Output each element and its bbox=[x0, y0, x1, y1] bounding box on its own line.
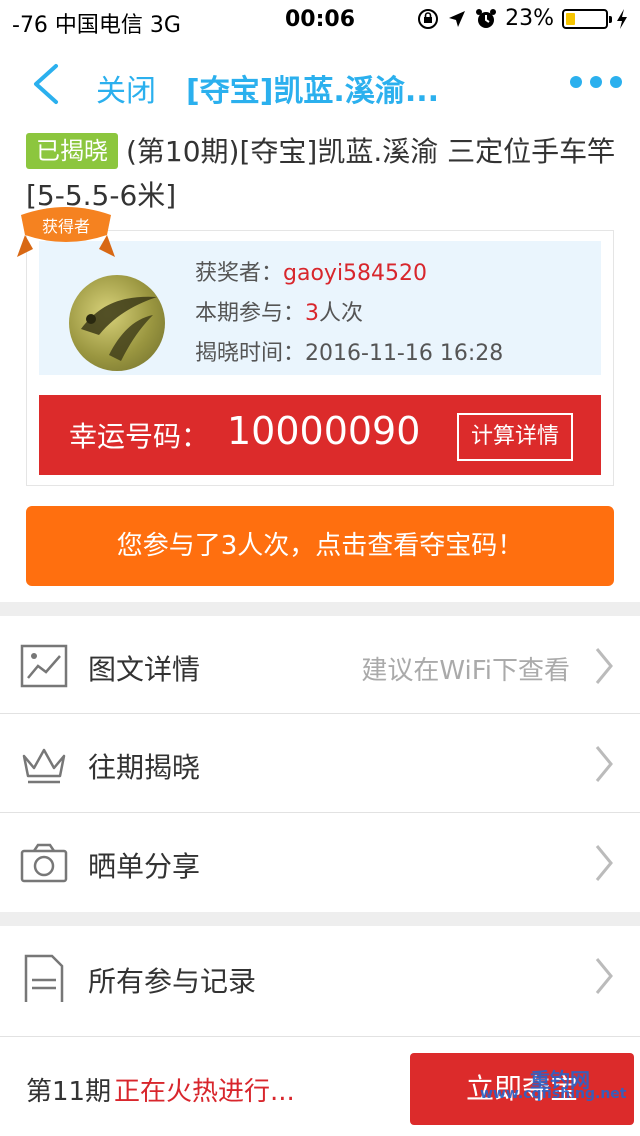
chevron-right-icon bbox=[595, 845, 613, 881]
menu-item-share-orders[interactable]: 晒单分享 bbox=[0, 813, 640, 911]
next-period-label: 第11期 bbox=[26, 1077, 112, 1107]
site-watermark: www.cqfishing.net 重钓网 bbox=[480, 1068, 626, 1102]
next-period-status[interactable]: 正在火热进行... bbox=[114, 1071, 295, 1108]
calculation-details-button[interactable]: 计算详情 bbox=[457, 413, 573, 461]
nav-title: [夺宝]凯蓝.溪渝... bbox=[186, 74, 440, 109]
menu-label: 晒单分享 bbox=[88, 850, 201, 883]
nav-bar: 关闭 [夺宝]凯蓝.溪渝... bbox=[0, 40, 640, 128]
winner-card: 获得者 获奖者：gaoyi584520 本期参与：3人次 揭晓时间：2016-1… bbox=[17, 207, 614, 486]
menu-label: 所有参与记录 bbox=[88, 965, 257, 998]
status-icons: 23% bbox=[417, 6, 628, 31]
participation-unit: 人次 bbox=[319, 301, 364, 326]
participation-line: 本期参与：3人次 bbox=[195, 295, 363, 327]
reveal-time-label: 揭晓时间： bbox=[195, 341, 306, 366]
section-divider bbox=[0, 912, 640, 926]
chevron-right-icon bbox=[595, 648, 613, 684]
crown-icon bbox=[22, 748, 66, 784]
document-icon bbox=[24, 954, 64, 1002]
winner-line: 获奖者：gaoyi584520 bbox=[195, 255, 427, 287]
location-arrow-icon bbox=[449, 10, 466, 27]
menu-label: 图文详情 bbox=[88, 653, 201, 686]
winner-ribbon-badge: 获得者 bbox=[17, 207, 115, 257]
rotation-lock-icon bbox=[418, 8, 439, 29]
more-options-icon[interactable] bbox=[570, 76, 622, 88]
menu-item-past-reveals[interactable]: 往期揭晓 bbox=[0, 714, 640, 812]
reveal-time-value: 2016-11-16 16:28 bbox=[305, 341, 504, 366]
revealed-tag: 已揭晓 bbox=[26, 133, 118, 169]
chevron-right-icon bbox=[595, 746, 613, 782]
menu-label: 往期揭晓 bbox=[88, 751, 201, 784]
chevron-right-icon bbox=[595, 958, 613, 994]
lucky-number-bar: 幸运号码： 10000090 计算详情 bbox=[39, 395, 601, 475]
menu-item-image-details[interactable]: 图文详情 建议在WiFi下查看 bbox=[0, 616, 640, 714]
battery-percent: 23% bbox=[505, 6, 554, 31]
lucky-number-value: 10000090 bbox=[227, 409, 421, 453]
ribbon-text: 获得者 bbox=[42, 217, 90, 236]
winner-name[interactable]: gaoyi584520 bbox=[283, 261, 427, 286]
close-link[interactable]: 关闭 bbox=[96, 66, 156, 110]
menu-item-all-records[interactable]: 所有参与记录 bbox=[0, 926, 640, 1024]
status-bar: -76 中国电信 3G 00:06 23% bbox=[0, 0, 640, 40]
watermark-name: 重钓网 bbox=[530, 1068, 590, 1092]
view-my-codes-button[interactable]: 您参与了3人次，点击查看夺宝码！ bbox=[26, 506, 614, 586]
participation-label: 本期参与： bbox=[195, 301, 306, 326]
participation-count: 3 bbox=[305, 301, 320, 326]
section-divider bbox=[0, 602, 640, 616]
winner-info-area: 获得者 获奖者：gaoyi584520 本期参与：3人次 揭晓时间：2016-1… bbox=[17, 207, 601, 375]
lucky-number-label: 幸运号码： bbox=[69, 420, 210, 453]
battery-icon bbox=[562, 8, 612, 29]
image-icon bbox=[20, 644, 68, 688]
charging-bolt-icon bbox=[617, 8, 627, 29]
avatar[interactable] bbox=[69, 275, 165, 371]
camera-icon bbox=[20, 843, 68, 883]
back-chevron-icon[interactable] bbox=[28, 62, 64, 106]
alarm-icon bbox=[476, 8, 497, 28]
wifi-hint: 建议在WiFi下查看 bbox=[361, 656, 570, 686]
winner-label: 获奖者： bbox=[195, 261, 284, 286]
reveal-time-line: 揭晓时间：2016-11-16 16:28 bbox=[195, 335, 503, 367]
